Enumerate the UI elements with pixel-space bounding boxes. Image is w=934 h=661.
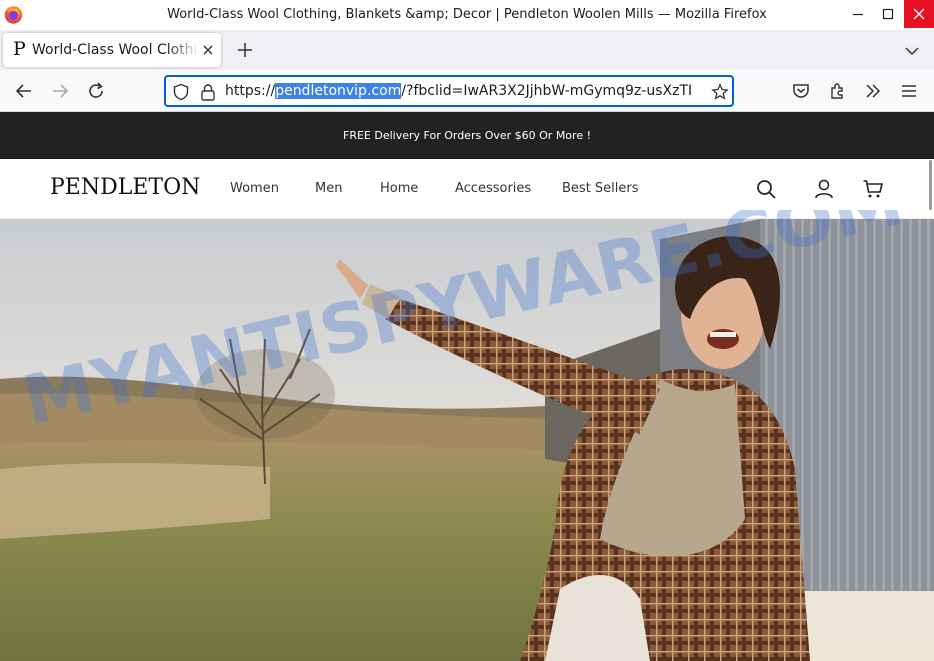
nav-home[interactable]: Home	[380, 181, 418, 196]
close-tab-icon[interactable]	[200, 42, 216, 58]
extensions-icon[interactable]	[828, 81, 848, 101]
site-header: PENDLETON Women Men Home Accessories Bes…	[0, 159, 934, 219]
search-icon[interactable]	[755, 178, 777, 200]
hero-photo	[0, 219, 934, 661]
url-bar[interactable]: https://pendletonvip.com/?fbclid=IwAR3X2…	[164, 75, 734, 107]
minimize-button[interactable]	[842, 0, 873, 28]
tab-strip: P World-Class Wool Clothing, Blankets & …	[0, 30, 934, 70]
lock-icon[interactable]	[200, 83, 216, 101]
nav-accessories[interactable]: Accessories	[455, 181, 531, 196]
hero-image[interactable]	[0, 219, 934, 661]
window-titlebar: World-Class Wool Clothing, Blankets &amp…	[0, 0, 934, 30]
close-window-button[interactable]	[904, 0, 934, 28]
new-tab-icon[interactable]	[234, 39, 256, 61]
navigation-toolbar: https://pendletonvip.com/?fbclid=IwAR3X2…	[0, 70, 934, 112]
back-icon[interactable]	[14, 81, 34, 101]
maximize-button[interactable]	[872, 0, 903, 28]
shield-icon[interactable]	[172, 83, 190, 101]
chevron-down-icon[interactable]	[903, 42, 921, 60]
overflow-chevrons-icon[interactable]	[863, 81, 883, 101]
url-text[interactable]: https://pendletonvip.com/?fbclid=IwAR3X2…	[225, 83, 705, 99]
url-domain-selected: pendletonvip.com	[275, 83, 402, 99]
forward-icon[interactable]	[50, 81, 70, 101]
reload-icon[interactable]	[86, 81, 106, 101]
window-title: World-Class Wool Clothing, Blankets &amp…	[167, 7, 767, 22]
tab-favicon: P	[13, 38, 26, 60]
tab-title: World-Class Wool Clothing, Blankets & De…	[32, 42, 200, 58]
nav-women[interactable]: Women	[230, 181, 279, 196]
minimize-icon	[852, 13, 863, 16]
nav-men[interactable]: Men	[315, 181, 342, 196]
promo-banner: FREE Delivery For Orders Over $60 Or Mor…	[0, 112, 934, 159]
scrollbar-thumb[interactable]	[929, 160, 932, 210]
nav-best-sellers[interactable]: Best Sellers	[562, 181, 639, 196]
url-suffix: /?fbclid=IwAR3X2JjhbW-mGymq9z-usXzTI	[401, 83, 693, 99]
pocket-icon[interactable]	[791, 81, 811, 101]
url-prefix: https://	[225, 83, 276, 99]
menu-hamburger-icon[interactable]	[899, 81, 919, 101]
site-logo[interactable]: PENDLETON	[50, 175, 200, 200]
bookmark-star-icon[interactable]	[711, 83, 729, 101]
tab-active[interactable]: P World-Class Wool Clothing, Blankets & …	[3, 33, 221, 67]
cart-icon[interactable]	[862, 178, 884, 200]
close-icon	[913, 8, 925, 20]
maximize-icon	[882, 8, 893, 20]
account-icon[interactable]	[813, 178, 835, 200]
